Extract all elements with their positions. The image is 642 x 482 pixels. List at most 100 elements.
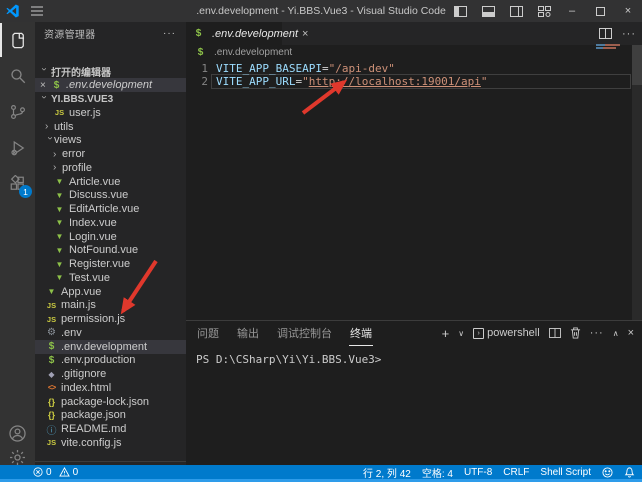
panel-tab-3[interactable]: 终端 [349,321,373,346]
url-link[interactable]: http://localhost:19001/api [309,75,481,88]
tree-file-index-html[interactable]: <>index.html [35,381,186,395]
tree-file--env-development[interactable]: $.env.development [35,340,186,354]
tree-file-notfound-vue[interactable]: ▼NotFound.vue [35,244,186,258]
status-item-4[interactable]: Shell Script [540,467,591,478]
tree-file-editarticle-vue[interactable]: ▼EditArticle.vue [35,202,186,216]
open-editors-section[interactable]: › 打开的编辑器 [35,64,186,78]
tree-folder-utils[interactable]: ›utils [35,120,186,134]
code-token: = [322,62,329,75]
js-file-icon: JS [45,438,58,447]
tree-item-label: Discuss.vue [69,189,128,201]
tree-item-label: Register.vue [69,258,130,270]
breadcrumb[interactable]: $ .env.development [194,45,292,60]
tree-file--env-production[interactable]: $.env.production [35,354,186,368]
tree-file-article-vue[interactable]: ▼Article.vue [35,175,186,189]
tree-file-discuss-vue[interactable]: ▼Discuss.vue [35,189,186,203]
tree-file-readme-md[interactable]: ⓘREADME.md [35,422,186,436]
terminal-output[interactable]: PS D:\CSharp\Yi\Yi.BBS.Vue3> [196,353,381,366]
scrollbar[interactable] [632,45,642,320]
terminal-dropdown-icon[interactable]: ∨ [458,329,464,338]
tree-file-main-js[interactable]: JSmain.js [35,299,186,313]
tree-file-permission-js[interactable]: JSpermission.js [35,312,186,326]
info-file-icon: ⓘ [45,422,58,437]
scrollbar-thumb[interactable] [632,45,642,85]
source-control-icon[interactable] [0,95,35,129]
status-item-0[interactable]: 行 2, 列 42 [363,465,411,480]
chevron-down-icon: › [39,95,50,104]
shellscript-file-icon: $ [194,47,207,58]
toggle-sidebar-icon[interactable] [446,0,474,22]
tree-file-vite-config-js[interactable]: JSvite.config.js [35,436,186,450]
shellscript-file-icon: $ [192,28,205,39]
js-file-icon: JS [45,301,58,310]
explorer-more-actions-icon[interactable]: ··· [163,22,176,44]
minimize-button[interactable]: – [558,0,586,22]
code-area[interactable]: 1VITE_APP_BASEAPI="/api-dev"2VITE_APP_UR… [186,62,642,88]
editor-actions: ··· [599,22,636,45]
tree-item-label: utils [54,121,74,133]
split-terminal-icon[interactable] [549,328,561,338]
window-controls: – × [446,0,642,22]
terminal-icon: › [473,328,484,339]
menu-icon[interactable] [26,6,48,16]
project-section[interactable]: › YI.BBS.VUE3 [35,92,186,106]
status-item-1[interactable]: 空格: 4 [422,465,453,480]
tree-file-login-vue[interactable]: ▼Login.vue [35,230,186,244]
status-item-3[interactable]: CRLF [503,467,529,478]
tree-folder-error[interactable]: ›error [35,147,186,161]
close-panel-icon[interactable]: × [628,327,634,339]
maximize-button[interactable] [586,0,614,22]
panel-tab-1[interactable]: 输出 [236,321,260,345]
code-token: " [481,75,488,88]
vue-file-icon: ▼ [53,191,66,200]
close-editor-icon[interactable]: × [40,80,50,91]
tree-item-label: package.json [61,409,126,421]
tree-file-app-vue[interactable]: ▼App.vue [35,285,186,299]
tree-file-index-vue[interactable]: ▼Index.vue [35,216,186,230]
status-item-2[interactable]: UTF-8 [464,467,492,478]
panel-tab-2[interactable]: 调试控制台 [276,321,333,345]
tree-folder-profile[interactable]: ›profile [35,161,186,175]
explorer-sidebar: 资源管理器 ··· › 打开的编辑器 × $ .env.development … [35,22,186,465]
tree-file-package-json[interactable]: {}package.json [35,409,186,423]
status-bar: 0 0 行 2, 列 42 空格: 4 UTF-8 CRLF Shell Script [0,465,642,479]
tree-file--env[interactable]: ⚙.env [35,326,186,340]
terminal-shell-item[interactable]: › powershell [473,327,540,339]
kill-terminal-icon[interactable] [570,327,581,339]
tree-folder-views[interactable]: ›views [35,134,186,148]
explorer-icon[interactable] [0,23,35,57]
tree-file-package-lock-json[interactable]: {}package-lock.json [35,395,186,409]
tree-item-label: Login.vue [69,231,117,243]
search-icon[interactable] [0,59,35,93]
problems-status[interactable]: 0 0 [33,467,78,478]
open-editor-item[interactable]: × $ .env.development [35,78,186,92]
tree-file-user-js[interactable]: JSuser.js [35,106,186,120]
vue-file-icon: ▼ [53,218,66,227]
extensions-icon[interactable]: 1 [0,167,35,201]
toggle-panel-icon[interactable] [474,0,502,22]
new-terminal-icon[interactable]: + [442,326,450,341]
toggle-secondary-sidebar-icon[interactable] [502,0,530,22]
notifications-bell-icon[interactable] [624,466,635,478]
project-root-label: YI.BBS.VUE3 [51,94,113,105]
run-debug-icon[interactable] [0,131,35,165]
minimap[interactable] [596,44,622,50]
panel-more-icon[interactable]: ··· [590,327,604,339]
tree-file-register-vue[interactable]: ▼Register.vue [35,257,186,271]
tree-file--gitignore[interactable]: ◆.gitignore [35,367,186,381]
more-actions-icon[interactable]: ··· [622,28,636,40]
feedback-smiley-icon[interactable] [602,467,613,478]
tree-file-test-vue[interactable]: ▼Test.vue [35,271,186,285]
maximize-panel-icon[interactable]: ∧ [613,329,619,338]
code-text: VITE_APP_URL="http://localhost:19001/api… [208,75,488,88]
code-line-2[interactable]: 2VITE_APP_URL="http://localhost:19001/ap… [186,75,642,88]
tab-env-development[interactable]: $ .env.development × [186,22,283,45]
close-button[interactable]: × [614,0,642,22]
code-line-1[interactable]: 1VITE_APP_BASEAPI="/api-dev" [186,62,642,75]
panel-tab-0[interactable]: 问题 [196,321,220,345]
split-editor-icon[interactable] [599,28,612,39]
vue-file-icon: ▼ [53,205,66,214]
close-tab-icon[interactable]: × [302,28,308,40]
customize-layout-icon[interactable] [530,0,558,22]
shell-file-icon: $ [45,355,58,366]
